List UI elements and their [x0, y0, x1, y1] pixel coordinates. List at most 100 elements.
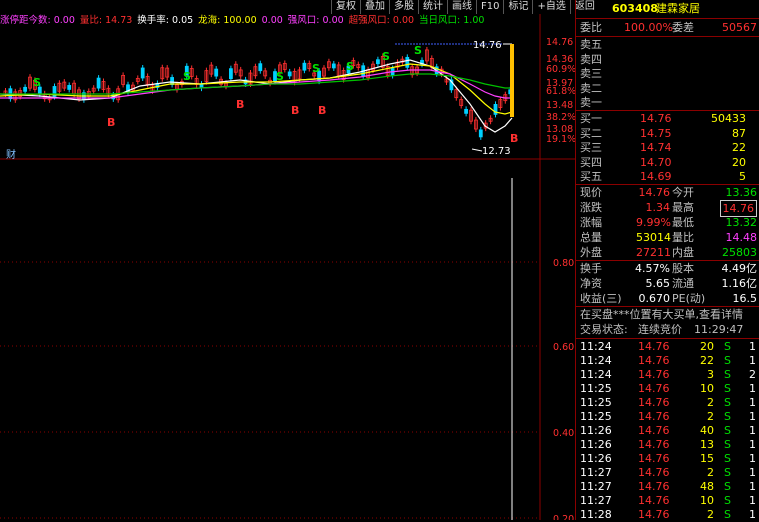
trade-status-value: 连续竞价: [638, 323, 682, 336]
ma-line-green: [0, 73, 512, 95]
stat-value: 13.36: [725, 186, 758, 199]
stat-value: 5.65: [645, 277, 671, 290]
bid-row-0[interactable]: 买一 14.76 50433: [576, 111, 759, 126]
toolbar-button-6[interactable]: 标记: [503, 0, 532, 14]
ask-row-2[interactable]: 卖三: [576, 66, 759, 81]
sell-signal-2: S: [276, 70, 284, 83]
stat-label: 现价: [580, 186, 602, 199]
tick-side: S: [724, 410, 731, 423]
stat-value: 9.99%: [636, 216, 671, 229]
weibi-row: 委比 100.00% 委差 50567: [576, 20, 759, 35]
bid-row-3[interactable]: 买四 14.70 20: [576, 155, 759, 170]
bid-row-2[interactable]: 买三 14.74 22: [576, 140, 759, 155]
tick-count: 1: [749, 466, 756, 479]
weicha-label: 委差: [672, 21, 694, 34]
stat-value: 4.49亿: [721, 262, 758, 275]
tick-price: 14.76: [638, 368, 670, 381]
candle: [287, 71, 292, 77]
stat-label: 涨跌: [580, 201, 602, 214]
bid-label: 买四: [580, 155, 602, 169]
stat-value: 14.76: [638, 186, 671, 199]
tick-row-6: 11:26 14.76 40 S 1: [576, 423, 759, 438]
candle: [464, 108, 469, 114]
candle: [331, 63, 336, 69]
tick-time: 11:26: [580, 452, 612, 465]
tick-row-5: 11:25 14.76 2 S 1: [576, 409, 759, 424]
stat-label: 外盘: [580, 246, 602, 259]
weicha-value: 50567: [722, 21, 757, 34]
tick-row-11: 11:27 14.76 10 S 1: [576, 493, 759, 508]
bid-row-4[interactable]: 买五 14.69 5: [576, 169, 759, 184]
stat-value: 27211: [636, 246, 671, 259]
tick-volume: 48: [700, 480, 714, 493]
tick-count: 1: [749, 438, 756, 451]
bid-price: 14.76: [640, 112, 672, 125]
tick-count: 1: [749, 452, 756, 465]
high-marker-label: 14.76: [473, 40, 502, 51]
stats-row-0: 现价 14.76 今开 13.36: [576, 185, 759, 200]
toolbar-button-3[interactable]: 统计: [418, 0, 447, 14]
sell-signal-4: S: [346, 60, 354, 73]
stat-value: 14.48: [725, 231, 758, 244]
tick-price: 14.76: [638, 410, 670, 423]
tick-time: 11:27: [580, 466, 612, 479]
toolbar-button-5[interactable]: F10: [476, 0, 503, 14]
ask-label: 卖二: [580, 81, 602, 95]
buy-signal-7: B: [107, 116, 115, 129]
tick-row-2: 11:24 14.76 3 S 2: [576, 367, 759, 382]
ask-label: 卖四: [580, 52, 602, 66]
chart-toolbar: 复权 叠加 多股 统计 画线 F10 标记 +自选 返回: [331, 0, 599, 14]
stats-row-4: 外盘 27211 内盘 25803: [576, 245, 759, 260]
ask-label: 卖三: [580, 67, 602, 81]
toolbar-button-1[interactable]: 叠加: [360, 0, 389, 14]
ask-row-4[interactable]: 卖一: [576, 95, 759, 110]
tick-side: S: [724, 424, 731, 437]
tick-volume: 2: [707, 466, 714, 479]
price-chart[interactable]: 14.76 12.73 S S SS SS SBB B BB 财 14.7614.3660.…: [0, 14, 575, 160]
tick-time: 11:27: [580, 480, 612, 493]
toolbar-button-4[interactable]: 画线: [447, 0, 476, 14]
tick-price: 14.76: [638, 340, 670, 353]
stat-label: 股本: [672, 262, 694, 275]
tick-count: 1: [749, 410, 756, 423]
tick-volume: 40: [700, 424, 714, 437]
stat-label: PE(动): [672, 292, 706, 305]
tick-volume: 10: [700, 494, 714, 507]
toolbar-button-0[interactable]: 复权: [331, 0, 360, 14]
tick-time: 11:24: [580, 340, 612, 353]
ask-row-3[interactable]: 卖二: [576, 81, 759, 96]
tick-time: 11:25: [580, 396, 612, 409]
bid-row-1[interactable]: 买二 14.75 87: [576, 126, 759, 141]
stat-value: 13.32: [725, 216, 758, 229]
tick-volume: 20: [700, 340, 714, 353]
tick-row-7: 11:26 14.76 13 S 1: [576, 437, 759, 452]
stat-value: 53014: [636, 231, 671, 244]
tick-row-1: 11:24 14.76 22 S 1: [576, 353, 759, 368]
stat-label: 换手: [580, 262, 602, 275]
bid-price: 14.75: [640, 126, 672, 140]
tick-count: 1: [749, 480, 756, 493]
volume-chart[interactable]: 0.80 0.60 0.40 0.20: [0, 160, 575, 520]
trade-status-label: 交易状态:: [580, 323, 628, 336]
toolbar-button-7[interactable]: +自选: [532, 0, 569, 14]
price-axis-label-2: 60.9%: [546, 64, 575, 75]
volume-axis-label-0: 0.80: [553, 258, 574, 269]
candle: [375, 59, 380, 65]
big-order-notice[interactable]: 在买盘***位置有大买单,查看详情: [576, 307, 759, 322]
tick-price: 14.76: [638, 452, 670, 465]
bid-price: 14.69: [640, 170, 672, 184]
stat-value: 4.57%: [635, 262, 670, 275]
tick-side: S: [724, 466, 731, 479]
finance-marker: 财: [6, 148, 16, 160]
ask-row-1[interactable]: 卖四: [576, 52, 759, 67]
tick-volume: 10: [700, 382, 714, 395]
stats2-row-0: 换手 4.57% 股本 4.49亿: [576, 261, 759, 276]
toolbar-button-2[interactable]: 多股: [389, 0, 418, 14]
sell-signal-3: S: [312, 62, 320, 75]
buy-signal-8: B: [236, 98, 244, 111]
tick-time: 11:25: [580, 382, 612, 395]
ask-row-0[interactable]: 卖五: [576, 37, 759, 52]
price-axis-label-5: 13.48: [546, 100, 573, 111]
tick-price: 14.76: [638, 354, 670, 367]
stat-label: 收益(三): [580, 292, 622, 305]
